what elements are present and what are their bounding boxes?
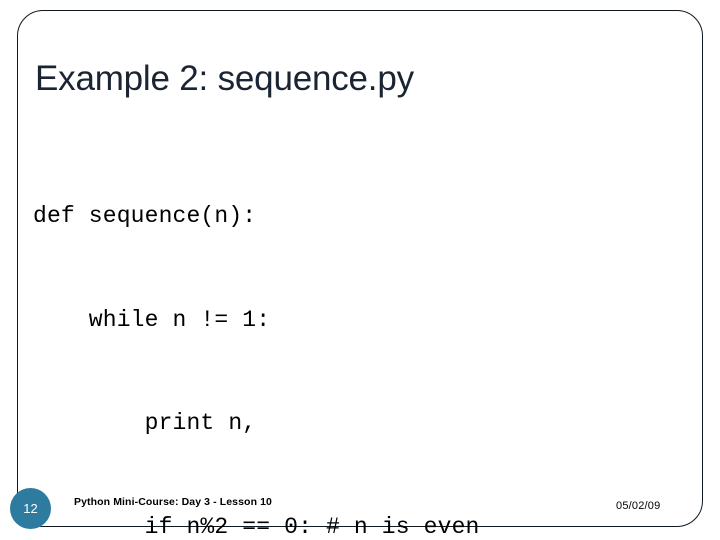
frame-top-mask: [18, 0, 702, 10]
slide: Example 2: sequence.py def sequence(n): …: [0, 0, 720, 540]
code-line: def sequence(n):: [33, 203, 257, 229]
footer-date: 05/02/09: [616, 500, 661, 512]
code-line: if n%2 == 0: # n is even: [33, 513, 480, 540]
page-title: Example 2: sequence.py: [35, 59, 414, 98]
page-number-badge: 12: [10, 488, 51, 529]
code-line: print n,: [33, 410, 257, 436]
footer-course-label: Python Mini-Course: Day 3 - Lesson 10: [74, 496, 272, 508]
code-block: def sequence(n): while n != 1: print n, …: [33, 130, 479, 540]
code-line: while n != 1:: [33, 306, 271, 333]
